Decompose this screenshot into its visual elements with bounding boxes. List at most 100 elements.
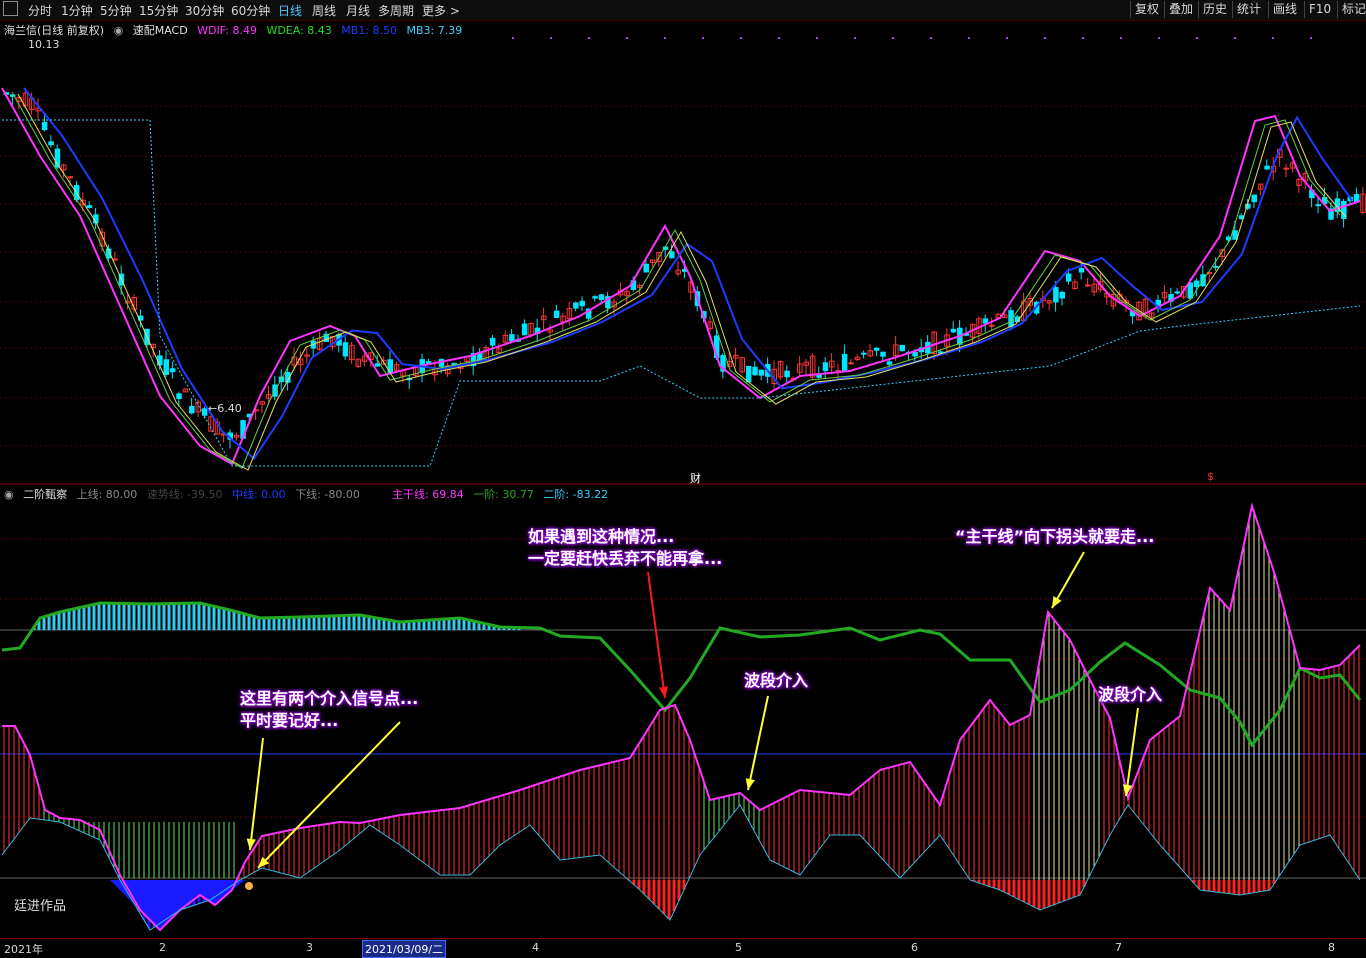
blue-area	[110, 880, 245, 930]
annotation-line: 这里有两个介入信号点...	[240, 689, 419, 708]
arrow-wave-2	[1125, 707, 1139, 797]
candle-body	[669, 251, 675, 259]
tab-multi-period[interactable]: 多周期	[378, 2, 414, 19]
candle-body	[950, 328, 957, 333]
annotation-line: 如果遇到这种情况...	[528, 527, 675, 546]
tab-weekly[interactable]: 周线	[312, 2, 336, 19]
date-label-year: 2021年	[4, 943, 43, 956]
candle-body	[1232, 230, 1238, 240]
candle-body	[86, 205, 93, 209]
candle-body	[861, 352, 867, 355]
tab-1min[interactable]: 1分钟	[61, 2, 93, 19]
marker-dot	[892, 37, 894, 39]
tab-5min[interactable]: 5分钟	[100, 2, 132, 19]
marker-dot	[1120, 37, 1122, 39]
marker-dot	[740, 37, 742, 39]
candle-body	[784, 370, 790, 378]
date-label-jun: 6	[911, 941, 918, 954]
price-chart[interactable]	[0, 36, 1366, 486]
marker-dot	[1234, 37, 1236, 39]
candle-body	[112, 258, 118, 261]
annotation-discard-warning: 如果遇到这种情况... 一定要赶快丢弃不能再拿...	[528, 526, 722, 570]
candle-body	[157, 355, 163, 366]
candle-body	[822, 362, 829, 372]
candle-body	[1065, 273, 1072, 282]
main-trunk-green-line	[1, 601, 1362, 748]
period-toolbar: 分时 1分钟 5分钟 15分钟 30分钟 60分钟 日线 周线 月线 多周期 更…	[0, 0, 1366, 21]
candle-body	[553, 310, 560, 318]
candle-body	[1213, 265, 1219, 268]
arrow-discard	[647, 571, 666, 699]
candle-body	[745, 365, 752, 383]
watermark: 廷进作品	[14, 899, 67, 914]
tab-daily[interactable]: 日线	[278, 2, 302, 19]
window-menu-icon[interactable]	[3, 1, 18, 16]
overlay-button[interactable]: 叠加	[1164, 1, 1197, 18]
candle-body	[1053, 287, 1059, 303]
mark-button[interactable]: 标记	[1337, 1, 1366, 18]
annotation-main-line-exit: “主干线”向下拐头就要走...	[955, 527, 1155, 546]
candle-body	[989, 324, 995, 327]
date-label-feb: 2	[159, 941, 166, 954]
candle-body	[489, 337, 496, 346]
candle-body	[1193, 280, 1200, 288]
high-price-label: 10.13	[28, 38, 60, 51]
tab-30min[interactable]: 30分钟	[185, 2, 224, 19]
f10-button[interactable]: F10	[1304, 1, 1335, 18]
candle-body	[592, 296, 598, 299]
candle-body	[176, 393, 182, 400]
candle-body	[48, 141, 54, 146]
candle-body	[1085, 284, 1091, 287]
draw-line-button[interactable]: 画线	[1268, 1, 1301, 18]
marker-dot	[1310, 37, 1312, 39]
dividend-event-marker[interactable]: $	[1207, 470, 1214, 483]
date-axis: 2021年 2 3 4 5 6 7 8 2021/03/09/二	[0, 938, 1366, 958]
candle-body	[1251, 194, 1257, 203]
stats-button[interactable]: 统计	[1232, 1, 1265, 18]
candle-body	[1078, 268, 1085, 273]
candle-body	[841, 354, 848, 372]
date-label-jul: 7	[1115, 941, 1122, 954]
marker-dot	[702, 37, 704, 39]
candle-body	[67, 176, 73, 179]
candle-body	[169, 368, 176, 373]
candle-body	[873, 347, 880, 351]
candle-body	[374, 363, 381, 367]
annotation-wave-entry-2: 波段介入	[1098, 685, 1163, 704]
marker-dot	[1158, 37, 1160, 39]
tab-fenshi[interactable]: 分时	[28, 2, 52, 19]
adjust-button[interactable]: 复权	[1130, 1, 1163, 18]
date-label-may: 5	[735, 941, 742, 954]
tab-60min[interactable]: 60分钟	[231, 2, 270, 19]
history-button[interactable]: 历史	[1198, 1, 1231, 18]
marker-dot	[626, 37, 628, 39]
candle-body	[1264, 165, 1270, 170]
arrow-wave-1	[747, 695, 769, 791]
candle-body	[1059, 291, 1065, 299]
marker-dot	[1272, 37, 1274, 39]
tab-monthly[interactable]: 月线	[346, 2, 370, 19]
candle-body	[758, 369, 765, 376]
financial-event-marker[interactable]: 财	[690, 470, 701, 486]
candle-body	[41, 121, 48, 131]
wdif-line	[1, 87, 1361, 466]
date-label-mar: 3	[306, 941, 313, 954]
candle-body	[342, 342, 349, 357]
candle-body	[163, 359, 169, 375]
date-label-apr: 4	[532, 941, 539, 954]
marker-dot	[550, 37, 552, 39]
tab-15min[interactable]: 15分钟	[139, 2, 178, 19]
second-order-line	[1, 804, 1361, 931]
candle-body	[509, 334, 515, 342]
marker-dot	[968, 37, 970, 39]
candle-body	[189, 405, 195, 414]
marker-dot	[1044, 37, 1046, 39]
marker-dot	[778, 37, 780, 39]
candle-body	[886, 361, 893, 365]
tab-more[interactable]: 更多 >	[422, 2, 460, 19]
annotation-wave-entry-1: 波段介入	[744, 671, 809, 690]
annotation-line: 平时要记好...	[240, 711, 339, 730]
candle-body	[521, 323, 528, 336]
candle-body	[1187, 282, 1193, 299]
arrow-signal-1	[249, 737, 264, 851]
